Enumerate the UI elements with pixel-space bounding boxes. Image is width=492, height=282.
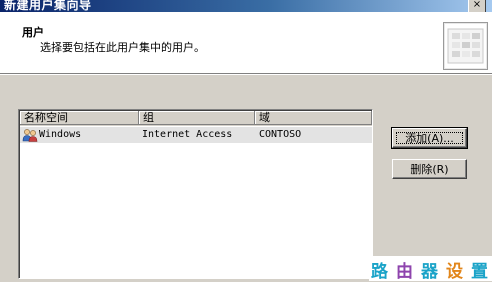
wizard-banner-icon bbox=[443, 22, 488, 70]
column-header-namespace[interactable]: 名称空间 bbox=[20, 111, 139, 125]
watermark-logo: 路 由 器 设 置 bbox=[369, 256, 492, 282]
column-header-group[interactable]: 组 bbox=[139, 111, 255, 125]
cell-domain: CONTOSO bbox=[259, 129, 302, 140]
cell-group: Internet Access bbox=[142, 129, 233, 140]
list-header: 名称空间 组 域 bbox=[20, 111, 372, 126]
remove-button[interactable]: 删除(R) bbox=[392, 159, 467, 179]
page-title: 用户 bbox=[22, 26, 44, 39]
watermark-char: 路 bbox=[371, 262, 388, 282]
users-group-icon bbox=[22, 129, 38, 142]
page-subtitle: 选择要包括在此用户集中的用户。 bbox=[40, 41, 205, 54]
watermark-char: 置 bbox=[471, 262, 488, 282]
window-title: 新建用户集向导 bbox=[4, 0, 92, 12]
title-bar: 新建用户集向导 × bbox=[0, 0, 492, 12]
wizard-header: 用户 选择要包括在此用户集中的用户。 bbox=[0, 12, 492, 74]
table-row[interactable]: Windows Internet Access CONTOSO bbox=[20, 127, 372, 143]
user-set-list[interactable]: 名称空间 组 域 Windows Internet Access CONTOSO bbox=[18, 109, 373, 279]
remove-button-label: 删除(R) bbox=[410, 163, 449, 176]
focus-rectangle bbox=[396, 132, 463, 144]
header-divider bbox=[0, 74, 492, 75]
watermark-char: 设 bbox=[446, 262, 463, 282]
watermark-char: 由 bbox=[396, 262, 413, 282]
cell-namespace: Windows bbox=[39, 129, 82, 140]
column-header-domain[interactable]: 域 bbox=[255, 111, 372, 125]
close-icon[interactable]: × bbox=[468, 0, 486, 12]
add-button[interactable]: 添加(A)... bbox=[391, 127, 468, 149]
watermark-char: 器 bbox=[421, 262, 438, 282]
